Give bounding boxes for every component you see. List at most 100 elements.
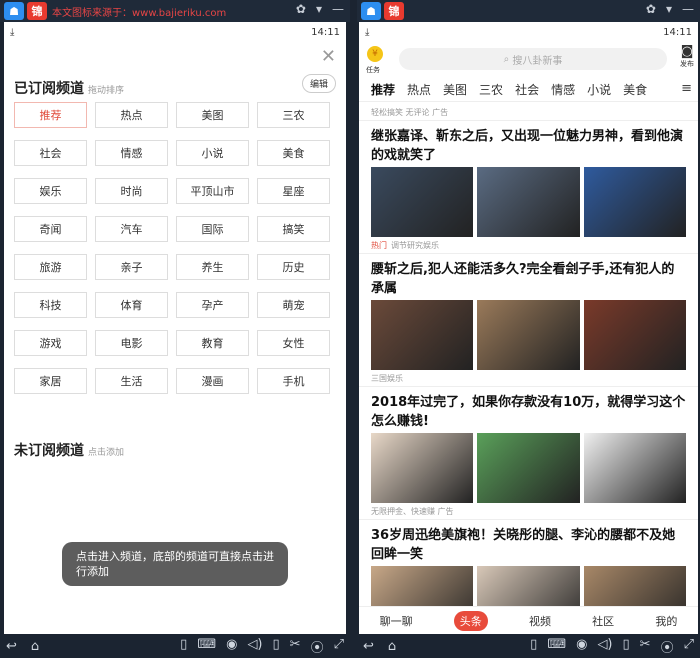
article-headline[interactable]: 继张嘉译、靳东之后，又出现一位魅力男神，看到他演的戏就笑了 [359,127,698,165]
thumbnail-image[interactable] [583,300,686,370]
tab-item[interactable]: 三农 [479,81,503,98]
channel-chip[interactable]: 推荐 [14,102,87,128]
bottom-nav-item[interactable]: 我的 [655,613,677,629]
channel-chip[interactable]: 星座 [257,178,330,204]
channel-chip[interactable]: 美食 [257,140,330,166]
app-tab-icon[interactable]: 锦 [384,2,404,20]
emulator-app-icon[interactable]: ☗ [4,2,24,20]
multiwindow-icon[interactable]: ▯ [530,637,537,656]
channel-chip[interactable]: 养生 [176,254,249,280]
news-article[interactable]: 腰斩之后,犯人还能活多久?完全看刽子手,还有犯人的承属 三国娱乐 [359,253,698,386]
back-icon[interactable]: ↩ [363,639,374,654]
keyboard-icon[interactable]: ⌨ [547,637,566,656]
phone-icon[interactable]: ▯ [623,637,630,656]
channel-chip[interactable]: 生活 [95,368,168,394]
channel-chip[interactable]: 热点 [95,102,168,128]
edit-button[interactable]: 编辑 [301,74,336,93]
tab-item[interactable]: 热点 [407,81,431,98]
channel-chip[interactable]: 亲子 [95,254,168,280]
thumbnail-image[interactable] [477,566,580,606]
multiwindow-icon[interactable]: ▯ [180,637,187,656]
bottom-nav-item[interactable]: 视频 [529,613,551,629]
channel-chip[interactable]: 国际 [176,216,249,242]
volume-icon[interactable]: ◁) [247,637,262,656]
thumbnail-image[interactable] [477,433,580,503]
channel-chip[interactable]: 三农 [257,102,330,128]
settings-icon[interactable]: ✿ [296,2,306,16]
channel-chip[interactable]: 漫画 [176,368,249,394]
tab-item[interactable]: 情感 [551,81,575,98]
article-headline[interactable]: 36岁周迅绝美旗袍！关晓彤的腿、李沁的腰都不及她回眸一笑 [359,526,698,564]
minimize-icon[interactable]: — [332,2,344,16]
dropdown-icon[interactable]: ▾ [316,2,322,16]
article-headline[interactable]: 2018年过完了，如果你存款没有10万，就得学习这个怎么赚钱! [359,393,698,431]
tab-item[interactable]: 美图 [443,81,467,98]
home-icon[interactable]: ⌂ [388,639,396,654]
fullscreen-icon[interactable]: ⤢ [684,637,694,656]
coin-icon[interactable]: ¥ [367,46,383,62]
fullscreen-icon[interactable]: ⤢ [334,637,344,656]
channel-chip[interactable]: 女性 [257,330,330,356]
tab-item[interactable]: 推荐 [371,81,395,98]
menu-icon[interactable]: ≡ [681,81,692,96]
keyboard-icon[interactable]: ⌨ [197,637,216,656]
phone-icon[interactable]: ▯ [273,637,280,656]
scissors-icon[interactable]: ✂ [290,637,301,656]
tab-item[interactable]: 美食 [623,81,647,98]
location-icon[interactable]: ⦿ [661,637,674,656]
thumbnail-image[interactable] [371,300,474,370]
tab-item[interactable]: 小说 [587,81,611,98]
eye-icon[interactable]: ◉ [576,637,587,656]
channel-chip[interactable]: 历史 [257,254,330,280]
bottom-nav-item[interactable]: 头条 [453,610,488,631]
channel-chip[interactable]: 社会 [14,140,87,166]
thumbnail-image[interactable] [583,566,686,606]
channel-chip[interactable]: 电影 [95,330,168,356]
channel-chip[interactable]: 教育 [176,330,249,356]
search-input[interactable]: ⌕ 搜八卦新事 [399,48,667,70]
channel-chip[interactable]: 萌宠 [257,292,330,318]
settings-icon[interactable]: ✿ [646,2,656,16]
home-icon[interactable]: ⌂ [31,639,39,654]
channel-chip[interactable]: 娱乐 [14,178,87,204]
channel-chip[interactable]: 美图 [176,102,249,128]
channel-chip[interactable]: 搞笑 [257,216,330,242]
thumbnail-image[interactable] [371,566,474,606]
emulator-home-icon[interactable]: ☗ [361,2,381,20]
bottom-nav-item[interactable]: 社区 [592,613,614,629]
news-article[interactable]: 2018年过完了，如果你存款没有10万，就得学习这个怎么赚钱! 无限押金、快速赚 … [359,386,698,519]
channel-chip[interactable]: 情感 [95,140,168,166]
channel-chip[interactable]: 科技 [14,292,87,318]
article-headline[interactable]: 腰斩之后,犯人还能活多久?完全看刽子手,还有犯人的承属 [359,260,698,298]
channel-chip[interactable]: 时尚 [95,178,168,204]
channel-chip[interactable]: 游戏 [14,330,87,356]
volume-icon[interactable]: ◁) [597,637,612,656]
channel-chip[interactable]: 体育 [95,292,168,318]
channel-chip[interactable]: 平顶山市 [176,178,249,204]
bottom-nav-item[interactable]: 聊一聊 [380,613,413,629]
channel-chip[interactable]: 旅游 [14,254,87,280]
channel-chip[interactable]: 手机 [257,368,330,394]
news-article[interactable]: 继张嘉译、靳东之后，又出现一位魅力男神，看到他演的戏就笑了 热门 调节研究娱乐 [359,120,698,253]
back-icon[interactable]: ↩ [6,639,17,654]
minimize-icon[interactable]: — [682,2,694,16]
publish-button[interactable]: ◙ 发布 [680,44,694,69]
channel-chip[interactable]: 汽车 [95,216,168,242]
thumbnail-image[interactable] [371,433,474,503]
channel-chip[interactable]: 孕产 [176,292,249,318]
channel-chip[interactable]: 奇闻 [14,216,87,242]
thumbnail-image[interactable] [583,433,686,503]
tab-item[interactable]: 社会 [515,81,539,98]
dropdown-icon[interactable]: ▾ [666,2,672,16]
app-tab-icon[interactable]: 锦 [27,2,47,20]
location-icon[interactable]: ⦿ [311,637,324,656]
close-icon[interactable]: ✕ [321,46,336,67]
thumbnail-image[interactable] [477,167,580,237]
news-feed[interactable]: 轻松搞笑 无评论 广告 继张嘉译、靳东之后，又出现一位魅力男神，看到他演的戏就笑… [359,104,698,606]
thumbnail-image[interactable] [371,167,474,237]
thumbnail-image[interactable] [477,300,580,370]
eye-icon[interactable]: ◉ [226,637,237,656]
thumbnail-image[interactable] [583,167,686,237]
news-article[interactable]: 36岁周迅绝美旗袍！关晓彤的腿、李沁的腰都不及她回眸一笑 [359,519,698,606]
channel-chip[interactable]: 小说 [176,140,249,166]
